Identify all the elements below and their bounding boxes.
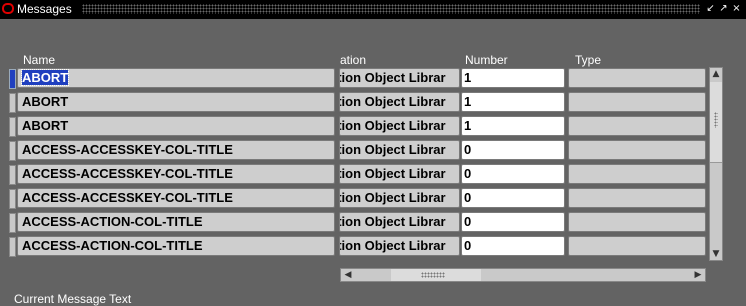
application-field[interactable]: ation Object Librar [339, 164, 460, 184]
type-field[interactable] [568, 188, 706, 208]
name-field[interactable]: ABORT [17, 116, 335, 136]
table-row[interactable]: ACCESS-ACCESSKEY-COL-TITLE ation Object … [0, 187, 746, 211]
titlebar-drag-area[interactable] [82, 4, 700, 14]
row-selector[interactable] [9, 213, 16, 233]
number-field[interactable]: 1 [461, 116, 565, 136]
name-field[interactable]: ACCESS-ACCESSKEY-COL-TITLE [17, 140, 335, 160]
application-field[interactable]: ation Object Librar [339, 188, 460, 208]
type-field[interactable] [568, 212, 706, 232]
row-selector[interactable] [9, 69, 16, 89]
application-field[interactable]: ation Object Librar [339, 92, 460, 112]
row-selector[interactable] [9, 237, 16, 257]
name-field[interactable]: ABORT [17, 68, 335, 88]
table-row[interactable]: ACCESS-ACCESSKEY-COL-TITLE ation Object … [0, 163, 746, 187]
row-selector[interactable] [9, 141, 16, 161]
horizontal-scrollbar[interactable]: ◀ ▶ [340, 268, 706, 282]
grip-icon [714, 112, 718, 128]
application-field[interactable]: ation Object Librar [339, 236, 460, 256]
grip-icon [421, 272, 445, 278]
name-field[interactable]: ACCESS-ACTION-COL-TITLE [17, 236, 335, 256]
table-row[interactable]: ACCESS-ACTION-COL-TITLE ation Object Lib… [0, 235, 746, 259]
table-row[interactable]: ABORT ation Object Librar 1 [0, 67, 746, 91]
type-field[interactable] [568, 92, 706, 112]
window-title: Messages [17, 2, 72, 16]
table-row[interactable]: ABORT ation Object Librar 1 [0, 91, 746, 115]
table-row[interactable]: ABORT ation Object Librar 1 [0, 115, 746, 139]
vertical-scroll-thumb[interactable] [710, 82, 722, 163]
type-field[interactable] [568, 236, 706, 256]
column-header-name: Name [23, 53, 56, 67]
minimize-icon[interactable]: ↙ [705, 3, 716, 15]
number-field[interactable]: 1 [461, 92, 565, 112]
number-field[interactable]: 0 [461, 164, 565, 184]
scroll-down-icon[interactable]: ▼ [710, 248, 722, 260]
row-selector[interactable] [9, 93, 16, 113]
vertical-scrollbar[interactable]: ▲ ▼ [709, 67, 723, 261]
application-field[interactable]: ation Object Librar [339, 212, 460, 232]
column-header-application: ation [340, 53, 367, 67]
row-selector[interactable] [9, 165, 16, 185]
application-field[interactable]: ation Object Librar [339, 68, 460, 88]
column-header-type: Type [575, 53, 602, 67]
type-field[interactable] [568, 164, 706, 184]
type-field[interactable] [568, 68, 706, 88]
scroll-left-icon[interactable]: ◀ [342, 269, 354, 281]
number-field[interactable]: 1 [461, 68, 565, 88]
current-message-text-label: Current Message Text [14, 292, 132, 306]
number-field[interactable]: 0 [461, 188, 565, 208]
oracle-app-icon [2, 3, 14, 14]
number-field[interactable]: 0 [461, 212, 565, 232]
type-field[interactable] [568, 140, 706, 160]
scroll-up-icon[interactable]: ▲ [710, 68, 722, 80]
application-field[interactable]: ation Object Librar [339, 140, 460, 160]
table-row[interactable]: ACCESS-ACTION-COL-TITLE ation Object Lib… [0, 211, 746, 235]
number-field[interactable]: 0 [461, 140, 565, 160]
maximize-icon[interactable]: ↗ [718, 3, 729, 15]
row-selector[interactable] [9, 189, 16, 209]
name-field[interactable]: ABORT [17, 92, 335, 112]
number-field[interactable]: 0 [461, 236, 565, 256]
table-row[interactable]: ACCESS-ACCESSKEY-COL-TITLE ation Object … [0, 139, 746, 163]
window-titlebar: Messages ↙ ↗ × [0, 0, 746, 19]
application-field[interactable]: ation Object Librar [339, 116, 460, 136]
type-field[interactable] [568, 116, 706, 136]
name-field[interactable]: ACCESS-ACTION-COL-TITLE [17, 212, 335, 232]
scroll-right-icon[interactable]: ▶ [692, 269, 704, 281]
name-field[interactable]: ACCESS-ACCESSKEY-COL-TITLE [17, 188, 335, 208]
horizontal-scroll-thumb[interactable] [391, 269, 481, 281]
close-icon[interactable]: × [731, 3, 742, 15]
name-field[interactable]: ACCESS-ACCESSKEY-COL-TITLE [17, 164, 335, 184]
row-selector[interactable] [9, 117, 16, 137]
column-header-number: Number [465, 53, 508, 67]
